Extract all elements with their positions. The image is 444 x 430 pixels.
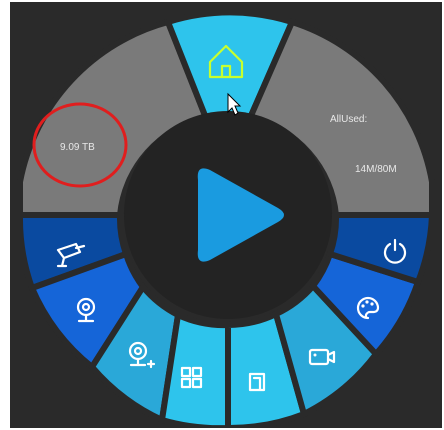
disk-total-text: 9.09 TB: [60, 142, 95, 153]
radial-menu-frame: 9.09 TB AllUsed: 14M/80M: [10, 2, 442, 428]
disk-used-label: AllUsed:: [330, 114, 367, 125]
radial-menu: 9.09 TB AllUsed: 14M/80M: [16, 9, 436, 428]
disk-used-value: 14M/80M: [355, 164, 397, 175]
